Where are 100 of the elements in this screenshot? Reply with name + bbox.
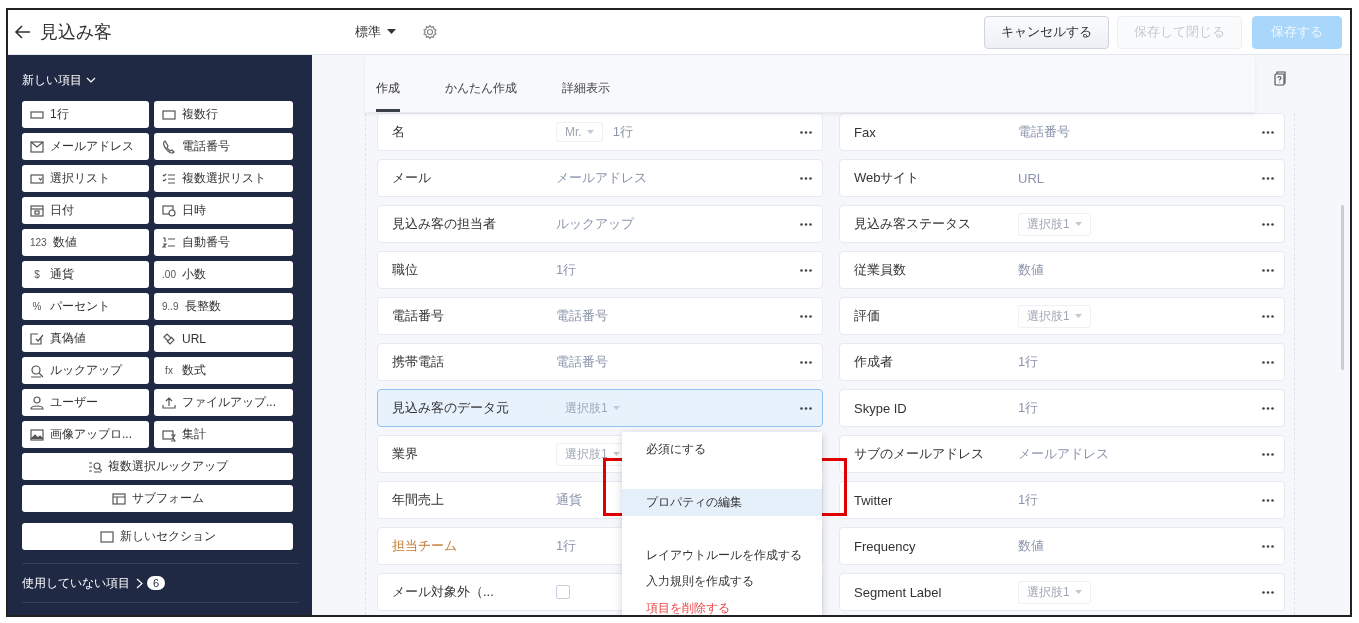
field-placeholder: 数値 [1018,261,1044,279]
help-icon[interactable] [1274,71,1286,86]
menu-item[interactable]: プロパティの編集 [622,489,822,516]
field-card[interactable]: Frequency 数値 [839,527,1285,565]
field-type-icon [162,427,176,442]
field-type-item[interactable]: .00 小数 [154,261,293,288]
field-type-icon [30,395,44,410]
field-type-item[interactable]: 123 数値 [22,229,149,256]
settings-icon[interactable] [422,24,438,40]
field-label: Twitter [854,492,894,508]
field-type-icon [30,171,44,186]
page-title: 見込み客 [40,21,113,44]
field-type-item[interactable]: % パーセント [22,293,149,320]
field-type-item[interactable]: 複数選択リスト [154,165,293,192]
field-type-item[interactable]: ファイルアップ... [154,389,293,416]
more-icon[interactable] [1262,452,1274,456]
field-card[interactable]: 作成者 1行 [839,343,1285,381]
field-card[interactable]: Webサイト URL [839,159,1285,197]
more-icon[interactable] [800,360,812,364]
field-type-item[interactable]: サブフォーム [22,485,293,512]
scrollbar[interactable] [1341,205,1344,370]
more-icon[interactable] [800,314,812,318]
more-icon[interactable] [1262,544,1274,548]
caret-icon [612,452,620,456]
field-type-item[interactable]: $ 通貨 [22,261,149,288]
field-label: 従業員数 [854,261,907,279]
field-type-item[interactable]: 複数選択ルックアップ [22,453,293,480]
field-placeholder: 電話番号 [556,353,608,371]
field-type-icon [162,331,176,346]
field-type-item[interactable]: 日時 [154,197,293,224]
field-placeholder: 1行 [556,537,577,555]
more-icon[interactable] [1262,268,1274,272]
field-card[interactable]: Fax 電話番号 [839,113,1285,151]
field-type-item[interactable]: 真偽値 [22,325,149,352]
caret-icon [586,130,594,134]
field-label: 担当チーム [392,537,458,555]
field-label: Frequency [854,538,917,554]
field-card[interactable]: 携帯電話 電話番号 [377,343,823,381]
field-type-item[interactable]: 日付 [22,197,149,224]
field-card[interactable]: 職位 1行 [377,251,823,289]
caret-icon [612,406,620,410]
field-type-item[interactable]: 複数行 [154,101,293,128]
layout-tab[interactable]: 詳細表示 [562,80,610,112]
checkbox[interactable] [556,585,570,599]
field-label: 名 [392,123,406,141]
more-icon[interactable] [1262,176,1274,180]
field-label: 電話番号 [392,307,445,325]
layout-tab[interactable]: かんたん作成 [445,80,517,112]
more-icon[interactable] [800,222,812,226]
field-type-icon [30,427,44,442]
field-type-item[interactable]: URL [154,325,293,352]
new-fields-toggle[interactable]: 新しい項目 [22,69,96,91]
field-card[interactable]: Segment Label 選択肢1 [839,573,1285,611]
field-card[interactable]: 従業員数 数値 [839,251,1285,289]
more-icon[interactable] [800,406,812,410]
field-type-icon [87,459,102,474]
caret-icon [1074,590,1082,594]
field-card[interactable]: 見込み客ステータス 選択肢1 [839,205,1285,243]
field-card[interactable]: 名 Mr. 1行 [377,113,823,151]
field-card[interactable]: 評価 選択肢1 [839,297,1285,335]
more-icon[interactable] [800,176,812,180]
back-arrow-icon[interactable] [14,24,32,40]
field-type-item[interactable]: fx 数式 [154,357,293,384]
field-type-item[interactable]: 選択リスト [22,165,149,192]
field-card[interactable]: メール メールアドレス [377,159,823,197]
field-type-item[interactable]: 集計 [154,421,293,448]
field-placeholder: 通貨 [556,491,582,509]
more-icon[interactable] [1262,314,1274,318]
field-type-glyph: 123 [30,237,47,248]
field-type-item[interactable]: ユーザー [22,389,149,416]
more-icon[interactable] [1262,130,1274,134]
field-placeholder: 電話番号 [556,307,608,325]
more-icon[interactable] [1262,498,1274,502]
layout-dropdown[interactable]: 標準 [355,23,396,41]
more-icon[interactable] [1262,406,1274,410]
more-icon[interactable] [1262,222,1274,226]
more-icon[interactable] [800,130,812,134]
field-type-item[interactable]: メールアドレス [22,133,149,160]
field-type-item[interactable]: 電話番号 [154,133,293,160]
more-icon[interactable] [800,268,812,272]
field-type-item[interactable]: ルックアップ [22,357,149,384]
field-type-icon [162,139,176,154]
field-type-item[interactable]: 自動番号 [154,229,293,256]
field-type-glyph: % [31,301,43,312]
field-label: 年間売上 [392,491,445,509]
field-card[interactable]: Skype ID 1行 [839,389,1285,427]
field-type-item[interactable]: 新しいセクション [22,523,293,550]
field-type-item[interactable]: 9..9 長整数 [154,293,293,320]
more-icon[interactable] [1262,590,1274,594]
chevron-right-icon [136,577,143,589]
field-label: 評価 [854,307,881,325]
unused-fields-link[interactable]: 使用していない項目 [22,574,143,592]
field-card[interactable]: サブのメールアドレス メールアドレス [839,435,1285,473]
more-icon[interactable] [1262,360,1274,364]
field-type-item[interactable]: 1行 [22,101,149,128]
field-card[interactable]: Twitter 1行 [839,481,1285,519]
field-label: 見込み客のデータ元 [392,399,510,417]
field-card[interactable]: 見込み客の担当者 ルックアップ [377,205,823,243]
field-card[interactable]: 電話番号 電話番号 [377,297,823,335]
field-type-item[interactable]: 画像アップロ... [22,421,149,448]
